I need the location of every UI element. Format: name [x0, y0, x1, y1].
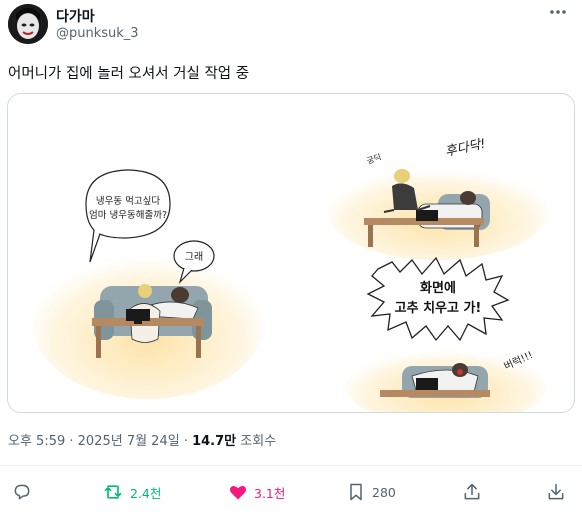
repost-icon [104, 485, 122, 499]
avatar-image [8, 4, 48, 44]
comic-image: 냉우동 먹고싶다 엄마 냉우동해줄까? 그래 후다닥! 궁딕 화면에 고추 치우… [8, 94, 574, 412]
like-button[interactable]: 3.1천 [228, 478, 285, 506]
user-handle[interactable]: @punksuk_3 [56, 26, 139, 41]
heart-icon [229, 486, 247, 500]
tweet-timestamp[interactable]: 오후 5:59 · 2025년 7월 24일 · [8, 434, 192, 449]
divider [0, 465, 582, 466]
download-button[interactable] [546, 478, 566, 506]
comic-bubble-3-line-1: 화면에 [420, 280, 456, 296]
repost-count: 2.4천 [130, 485, 162, 501]
tweet-text: 어머니가 집에 놀러 오셔서 거실 작업 중 [8, 66, 250, 82]
repost-button[interactable]: 2.4천 [102, 478, 161, 506]
bookmark-count: 280 [372, 484, 396, 500]
more-options-button[interactable] [546, 2, 570, 22]
more-dots-icon [550, 10, 566, 14]
comic-bubble-2: 그래 [185, 251, 203, 263]
view-count: 14.7만 [192, 434, 237, 449]
download-icon [548, 483, 564, 500]
comic-bubble-1-line-1: 냉우동 먹고싶다 [96, 196, 160, 207]
display-name[interactable]: 다가마 [56, 6, 95, 26]
reply-button[interactable] [12, 478, 38, 506]
tweet-actions: 2.4천 3.1천 280 [0, 478, 582, 506]
reply-icon [14, 484, 30, 500]
comic-bubble-1-line-2: 엄마 냉우동해줄까? [89, 209, 167, 221]
like-count: 3.1천 [254, 485, 286, 501]
view-count-label: 조회수 [236, 434, 277, 449]
tweet-meta: 오후 5:59 · 2025년 7월 24일 · 14.7만 조회수 [8, 430, 276, 449]
avatar[interactable] [8, 4, 48, 44]
bookmark-icon [350, 483, 362, 501]
bookmark-button[interactable]: 280 [346, 478, 396, 506]
share-button[interactable] [462, 478, 482, 506]
comic-bubble-3-line-2: 고추 치우고 가! [395, 300, 482, 316]
share-icon [464, 483, 480, 500]
tweet-media[interactable]: 냉우동 먹고싶다 엄마 냉우동해줄까? 그래 후다닥! 궁딕 화면에 고추 치우… [7, 93, 575, 413]
